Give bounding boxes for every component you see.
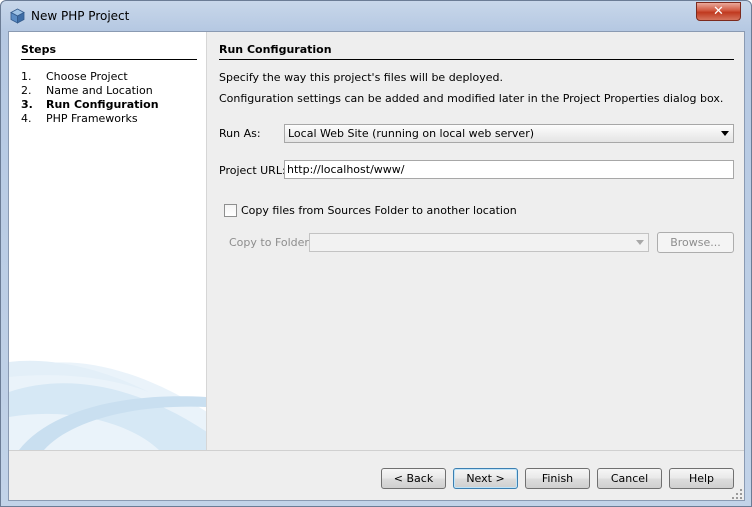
- cube-icon: [10, 8, 25, 24]
- dialog-window: New PHP Project ✕ Steps 1. Choose Project…: [0, 0, 752, 507]
- run-as-label: Run As:: [219, 127, 261, 140]
- project-url-label: Project URL:: [219, 164, 286, 177]
- panel-description-2: Configuration settings can be added and …: [219, 92, 724, 105]
- step-number: 3.: [21, 98, 33, 111]
- next-button[interactable]: Next >: [453, 468, 518, 489]
- finish-button[interactable]: Finish: [525, 468, 590, 489]
- step-label: Name and Location: [46, 84, 153, 97]
- copy-files-label[interactable]: Copy files from Sources Folder to anothe…: [241, 204, 517, 217]
- step-number: 2.: [21, 84, 32, 97]
- help-button[interactable]: Help: [669, 468, 734, 489]
- copy-files-checkbox[interactable]: [224, 204, 237, 217]
- step-name-and-location: 2. Name and Location: [21, 84, 153, 97]
- panel-description-1: Specify the way this project's files wil…: [219, 71, 503, 84]
- step-label: Run Configuration: [46, 98, 159, 111]
- title-bar[interactable]: New PHP Project ✕: [1, 1, 751, 31]
- step-run-configuration: 3. Run Configuration: [21, 98, 159, 111]
- project-url-input[interactable]: [284, 160, 734, 179]
- step-choose-project: 1. Choose Project: [21, 70, 128, 83]
- step-number: 4.: [21, 112, 32, 125]
- chevron-down-icon: [636, 240, 644, 245]
- dialog-client-area: Steps 1. Choose Project 2. Name and Locati…: [8, 31, 745, 501]
- panel-title: Run Configuration: [219, 43, 734, 60]
- step-php-frameworks: 4. PHP Frameworks: [21, 112, 138, 125]
- close-icon: ✕: [713, 4, 724, 19]
- resize-grip-icon[interactable]: [731, 488, 743, 500]
- cancel-button[interactable]: Cancel: [597, 468, 662, 489]
- browse-button[interactable]: Browse...: [657, 232, 734, 253]
- step-number: 1.: [21, 70, 32, 83]
- step-label: Choose Project: [46, 70, 128, 83]
- steps-panel: Steps 1. Choose Project 2. Name and Locati…: [9, 32, 207, 450]
- steps-title: Steps: [21, 43, 197, 60]
- window-title: New PHP Project: [31, 9, 130, 23]
- wizard-decoration-swoosh: [9, 360, 206, 450]
- button-bar-separator: [9, 450, 744, 451]
- run-configuration-panel: Run Configuration Specify the way this p…: [219, 32, 739, 450]
- run-as-dropdown[interactable]: Local Web Site (running on local web ser…: [284, 124, 734, 143]
- step-label: PHP Frameworks: [46, 112, 138, 125]
- run-as-value: Local Web Site (running on local web ser…: [288, 127, 535, 140]
- chevron-down-icon: [721, 131, 729, 136]
- copy-to-folder-label: Copy to Folder:: [229, 236, 313, 249]
- copy-to-folder-dropdown[interactable]: [309, 233, 649, 252]
- close-button[interactable]: ✕: [696, 2, 741, 21]
- back-button[interactable]: < Back: [381, 468, 446, 489]
